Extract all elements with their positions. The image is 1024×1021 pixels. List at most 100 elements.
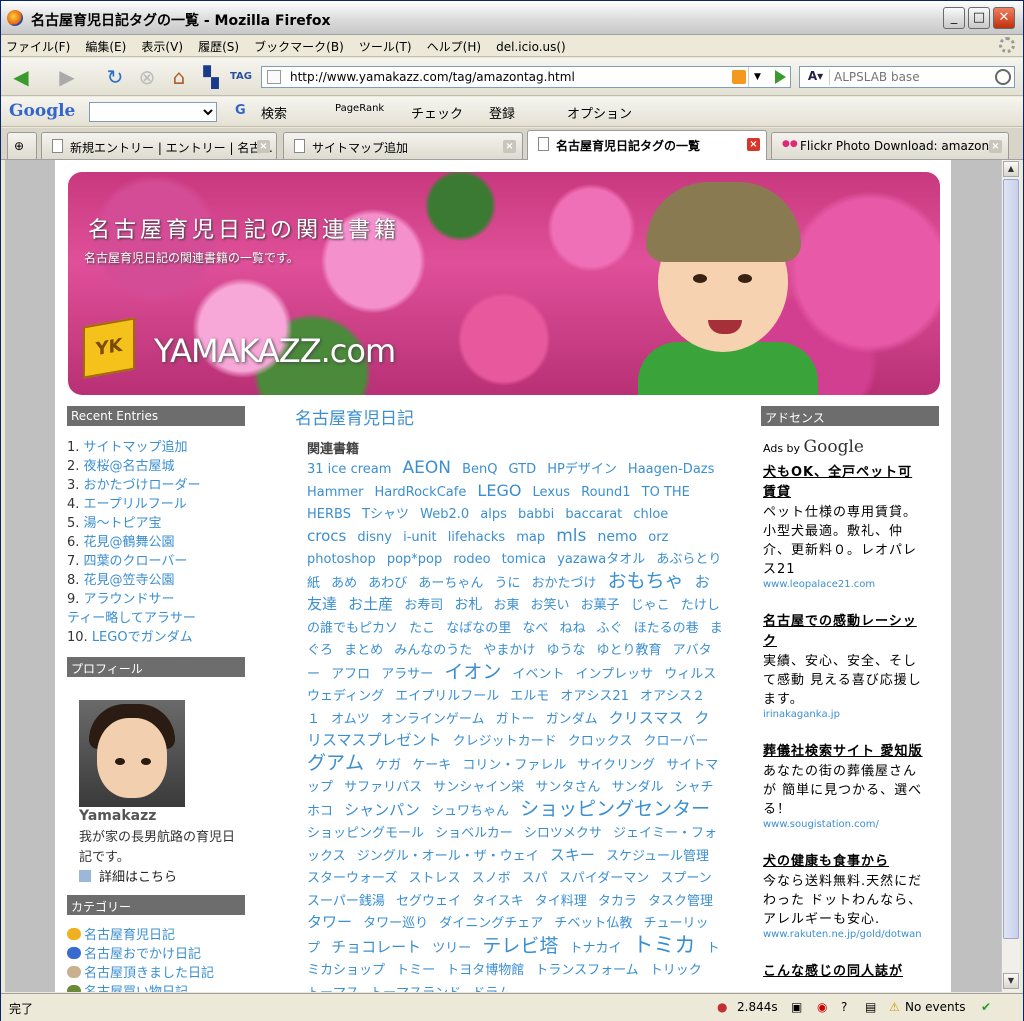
tag-link[interactable]: スプーン (660, 871, 711, 886)
entry-link[interactable]: 湯～トピア宝 (84, 516, 162, 531)
tag-link[interactable]: Round1 (581, 485, 630, 500)
category-item[interactable]: 名古屋頂きました日記 (67, 964, 257, 983)
tag-link[interactable]: お土産 (348, 595, 393, 613)
tag-link[interactable]: mls (556, 526, 586, 546)
scroll-thumb[interactable] (1003, 179, 1019, 939)
tag-link[interactable]: クロックス (568, 734, 633, 749)
ad-unit[interactable]: こんな感じの同人誌が (763, 962, 923, 982)
menu-tools[interactable]: ツール(T) (354, 35, 417, 57)
tag-link[interactable]: アフロ (331, 667, 370, 682)
tag-link[interactable]: オンラインゲーム (381, 712, 485, 727)
category-label[interactable]: 名古屋頂きました日記 (84, 966, 214, 981)
recent-entry[interactable]: 1. サイトマップ追加 (67, 438, 247, 457)
tag-link[interactable]: babbi (518, 507, 554, 522)
tag-link[interactable]: イベント (512, 667, 564, 682)
google-logo[interactable]: Google (9, 101, 75, 121)
tag-link[interactable]: やまかけ (483, 643, 535, 658)
tag-link[interactable]: ツリー (432, 941, 471, 956)
tag-link[interactable]: rodeo (453, 552, 490, 567)
ad-unit[interactable]: 名古屋での感動レーシック 実績、安心、安全、そして感動 見える喜び応援します。 ir… (763, 612, 923, 720)
menu-delicious[interactable]: del.icio.us() (491, 37, 571, 59)
tag-link[interactable]: セグウェイ (396, 894, 461, 909)
tag-link[interactable]: アラサー (381, 667, 433, 682)
category-label[interactable]: 名古屋買い物日記 (84, 985, 188, 992)
tag-link[interactable]: ウィルス (664, 667, 716, 682)
tag-link[interactable]: ショベルカー (435, 826, 513, 841)
category-item[interactable]: 名古屋育児日記 (67, 926, 257, 945)
tag-link[interactable]: nemo (597, 529, 637, 545)
tag-link[interactable]: スーパー銭湯 (307, 894, 385, 909)
url-text[interactable]: http://www.yamakazz.com/tag/amazontag.ht… (290, 70, 575, 84)
tag-link[interactable]: トミカ (633, 933, 696, 957)
tag-link[interactable]: ゆとり教育 (597, 643, 662, 658)
tag-link[interactable]: グアム (307, 752, 364, 774)
google-search-field[interactable] (89, 102, 217, 122)
calendar-icon[interactable]: ▤ (865, 1000, 876, 1014)
tag-link[interactable]: ショッピングモール (307, 826, 424, 841)
tag-link[interactable]: LEGO (477, 481, 521, 500)
back-icon[interactable]: ◀ (9, 66, 33, 88)
category-label[interactable]: 名古屋育児日記 (84, 928, 175, 943)
tag-link[interactable]: おもちゃ (608, 570, 684, 592)
tab-tag-list[interactable]: 名古屋育児日記タグの一覧 × (527, 130, 767, 160)
search-input[interactable] (834, 69, 984, 85)
tag-link[interactable]: シロツメクサ (524, 826, 602, 841)
ad-unit[interactable]: 犬の健康も食事から 今なら送料無料.天然にだわった ドットわんなら、アレルギーも安… (763, 852, 923, 940)
search-icon[interactable] (995, 69, 1011, 85)
tag-link[interactable]: BenQ (462, 462, 497, 477)
tag-link[interactable]: AEON (403, 458, 451, 478)
entry-link[interactable]: エープリルフール (84, 497, 187, 512)
tag-link[interactable]: baccarat (565, 507, 622, 522)
tag-link[interactable]: i-unit (403, 530, 437, 545)
tag-link[interactable]: お菓子 (581, 598, 620, 613)
tag-link[interactable]: インプレッサ (576, 667, 654, 682)
category-item[interactable]: 名古屋買い物日記 (67, 983, 257, 992)
search-box[interactable]: A▾ (799, 66, 1015, 88)
tag-link[interactable]: まとめ (344, 643, 383, 658)
tag-link[interactable]: じゃこ (631, 598, 670, 613)
tag-link[interactable]: tomica (502, 552, 546, 567)
search-engine-icon[interactable]: A▾ (802, 69, 830, 85)
tag-link[interactable]: スパ (522, 871, 548, 886)
tag-link[interactable]: お東 (493, 598, 519, 613)
tag-link[interactable]: サイクリング (577, 758, 655, 773)
recent-entry[interactable]: 5. 湯～トピア宝 (67, 514, 247, 533)
tag-link[interactable]: テレビ塔 (482, 935, 558, 957)
tag-link[interactable]: ドラム (472, 986, 511, 993)
tag-link[interactable]: ケガ (375, 758, 401, 773)
tag-link[interactable]: ねね (559, 621, 585, 636)
tag-link[interactable]: chloe (633, 507, 668, 522)
minimize-button[interactable]: _ (943, 7, 965, 29)
tag-link[interactable]: yazawaタオル (557, 552, 645, 567)
tag-link[interactable]: トーマス (307, 986, 359, 993)
tag-link[interactable]: サンシャイン栄 (433, 780, 524, 795)
tag-link[interactable]: Haagen-Dazs (628, 462, 714, 477)
tag-link[interactable]: ウェディング (307, 689, 384, 704)
tag-link[interactable]: map (516, 530, 545, 545)
check-button[interactable]: チェック (411, 103, 463, 122)
forward-icon[interactable]: ▶ (55, 66, 79, 88)
tag-link[interactable]: タイ料理 (535, 894, 587, 909)
tag-link[interactable]: ジングル・オール・ザ・ウェイ (357, 849, 539, 864)
recent-entry[interactable]: 2. 夜桜@名古屋城 (67, 457, 247, 476)
tag-link[interactable]: photoshop (307, 552, 376, 567)
tag-link[interactable]: みんなのうた (394, 643, 472, 658)
main-title[interactable]: 名古屋育児日記 (295, 404, 414, 429)
tag-link[interactable]: ゆうな (546, 643, 585, 658)
entry-link[interactable]: LEGOでガンダム (92, 630, 193, 645)
tag-link[interactable]: コリン・ファレル (462, 758, 566, 773)
tag-link[interactable]: シュワちゃん (431, 804, 509, 819)
ad-unit[interactable]: 犬もOK、全戸ペット可賃貸 ペット仕様の専用賃貸。小型犬最適。敷礼、仲介、更新料０… (763, 463, 923, 590)
tag-link[interactable]: ショッピングセンター (520, 798, 710, 820)
tag-link[interactable]: Lexus (533, 485, 571, 500)
category-item[interactable]: 名古屋おでかけ日記 (67, 945, 257, 964)
entry-link[interactable]: サイトマップ追加 (84, 440, 188, 455)
close-button[interactable]: ✕ (993, 7, 1015, 29)
recent-entry[interactable]: 9. アラウンドサー (67, 590, 247, 609)
tag-link[interactable]: クローバー (643, 734, 708, 749)
scroll-up-icon[interactable]: ▲ (1003, 161, 1019, 177)
tag-link[interactable]: pop*pop (387, 552, 442, 567)
close-tab-icon[interactable]: × (503, 140, 516, 153)
tab-sitemap[interactable]: サイトマップ追加 × (283, 132, 523, 159)
tag-link[interactable]: あわび (368, 576, 407, 591)
